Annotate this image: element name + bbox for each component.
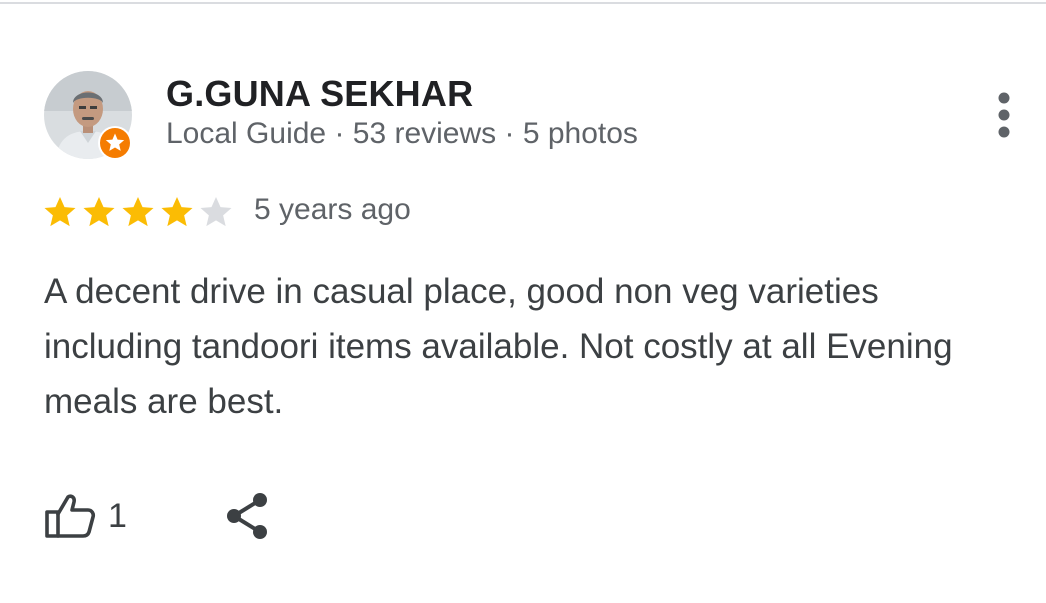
star-empty-icon xyxy=(200,196,232,227)
like-count: 1 xyxy=(108,496,127,535)
share-icon xyxy=(227,493,267,539)
review-text: A decent drive in casual place, good non… xyxy=(44,272,953,421)
more-options-button[interactable] xyxy=(986,90,1022,142)
top-divider xyxy=(0,2,1046,4)
local-guide-badge xyxy=(98,126,132,160)
star-rating xyxy=(41,193,236,231)
share-button[interactable] xyxy=(222,490,274,542)
star-filled-icon xyxy=(161,196,193,227)
thumbs-up-icon xyxy=(45,494,96,538)
more-vert-icon xyxy=(998,92,1010,138)
star-filled-icon xyxy=(83,196,115,227)
reviewer-meta[interactable]: Local Guide · 53 reviews · 5 photos xyxy=(166,117,638,151)
local-guide-star-icon xyxy=(100,128,130,158)
like-button[interactable]: 1 xyxy=(44,490,127,542)
star-filled-icon xyxy=(122,196,154,227)
reviewer-name[interactable]: G.GUNA SEKHAR xyxy=(166,73,473,115)
star-filled-icon xyxy=(44,196,76,227)
review-time: 5 years ago xyxy=(254,193,411,226)
